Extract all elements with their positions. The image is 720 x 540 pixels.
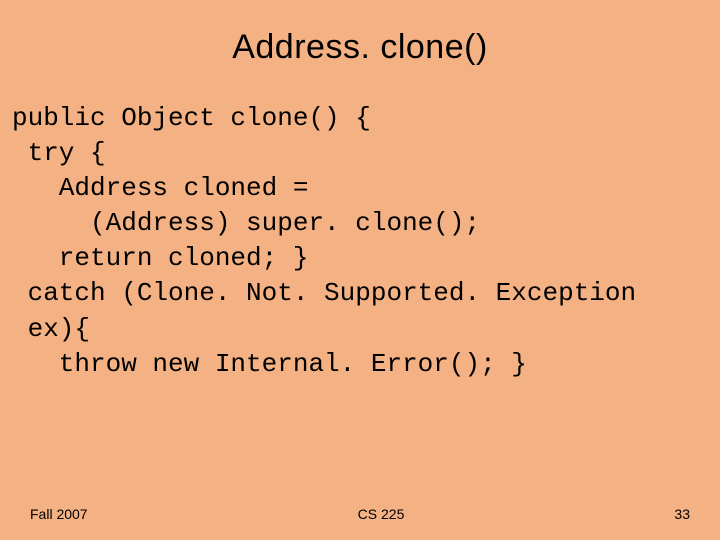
code-block: public Object clone() { try { Address cl… <box>0 101 720 382</box>
footer-center: CS 225 <box>358 506 405 522</box>
footer-left: Fall 2007 <box>30 506 88 522</box>
slide-title: Address. clone() <box>0 0 720 101</box>
footer: Fall 2007 CS 225 33 <box>0 506 720 522</box>
footer-right: 33 <box>674 506 690 522</box>
